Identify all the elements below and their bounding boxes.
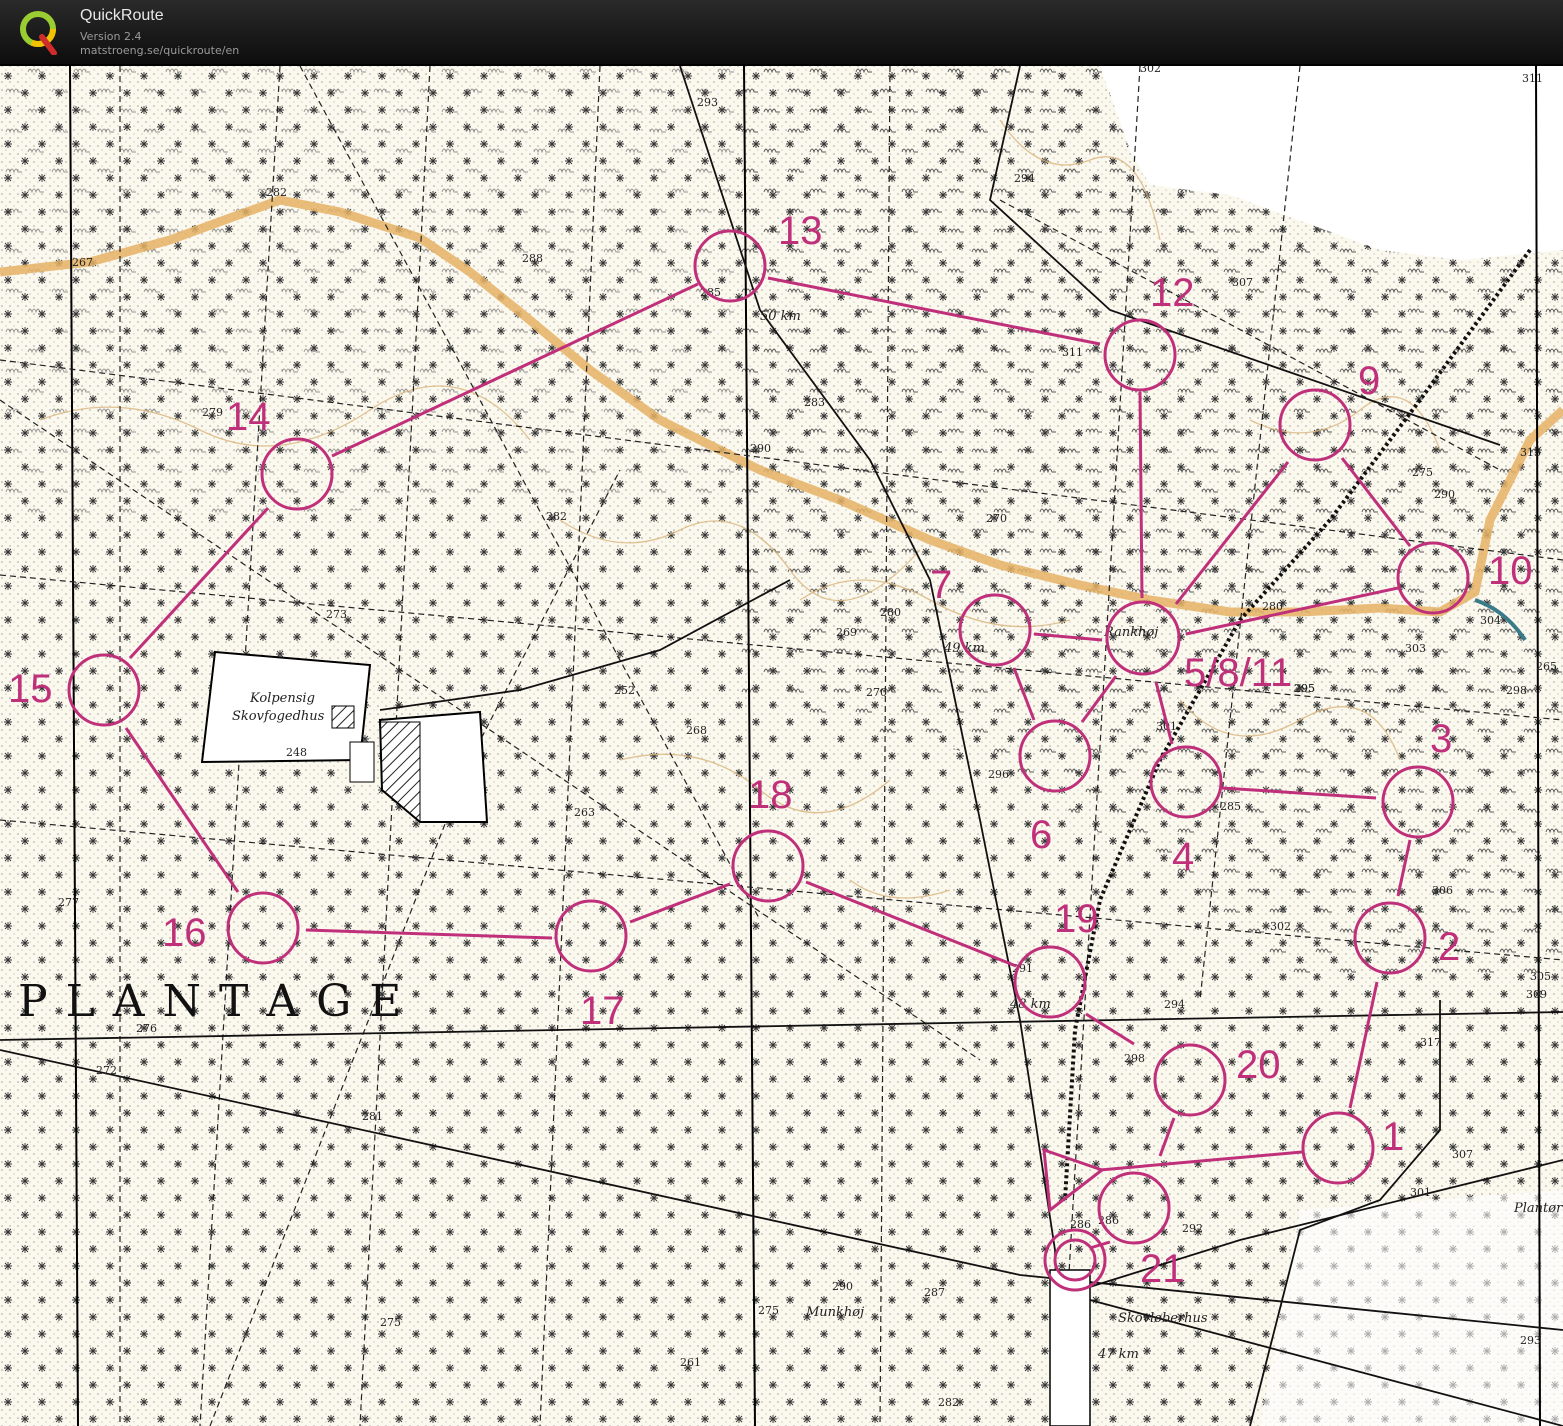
distance-label: 50 km [760,309,801,324]
spot-height: 273 [326,608,347,621]
control-number-13: 13 [778,209,823,253]
spot-height: 295 [1294,682,1315,695]
region-label: P L A N T A G E [18,976,403,1027]
spot-height: 265 [1536,660,1557,673]
spot-height: 313 [1520,446,1541,459]
control-number-7: 7 [930,563,952,607]
spot-height: 302 [1140,66,1161,75]
control-number-16: 16 [162,911,207,955]
spot-height: 282 [938,1396,959,1409]
spot-height: 303 [1405,642,1426,655]
control-number-9: 9 [1358,359,1380,403]
spot-height: 302 [1270,920,1291,933]
spot-height: 311 [1062,346,1083,359]
spot-height: 283 [804,396,825,409]
control-number-1: 1 [1382,1115,1404,1159]
spot-height: 298 [1124,1052,1145,1065]
spot-height: 252 [614,684,635,697]
control-number-10: 10 [1488,549,1533,593]
spot-height: 275 [758,1304,779,1317]
spot-height: 304 [1480,614,1501,627]
spot-height: 298 [1506,684,1527,697]
control-number-6: 6 [1030,813,1052,857]
spot-height: 268 [686,724,707,737]
spot-height: 293 [1520,1334,1541,1347]
app-url[interactable]: matstroeng.se/quickroute/en [80,44,239,57]
spot-height: 279 [202,406,223,419]
spot-height: 285 [1220,800,1241,813]
spot-height: 282 [266,186,287,199]
control-number-5-8-11: 5/8/11 [1184,651,1292,695]
place-name: Plantør [1513,1201,1563,1216]
spot-height: 281 [362,1110,383,1123]
spot-height: 288 [522,252,543,265]
spot-height: 294 [1014,172,1035,185]
control-number-20: 20 [1236,1043,1281,1087]
spot-height: 296 [988,768,1009,781]
place-name: Rankhøj [1103,625,1158,640]
leg-11-12 [1138,391,1144,599]
control-number-17: 17 [580,989,625,1033]
app-version: Version 2.4 [80,30,142,43]
spot-height: 275 [380,1316,401,1329]
spot-height: 301 [1410,1186,1431,1199]
spot-height: 270 [986,512,1007,525]
spot-height: 263 [574,806,595,819]
control-number-15: 15 [8,667,53,711]
place-name: Skovløberhus [1118,1311,1208,1326]
spot-height: 277 [58,896,79,909]
control-number-14: 14 [226,395,271,439]
spot-height: 290 [1434,488,1455,501]
spot-height: 287 [924,1286,945,1299]
spot-height: 290 [750,442,771,455]
spot-height: 275 [1412,466,1433,479]
spot-height: 307 [1232,276,1253,289]
spot-height: 311 [1522,72,1543,85]
control-number-12: 12 [1150,271,1195,315]
spot-height: 294 [1164,998,1185,1011]
spot-height: 270 [866,686,887,699]
place-name: Munkhøj [805,1305,864,1320]
control-number-2: 2 [1438,925,1460,969]
spot-height: 290 [832,1280,853,1293]
spot-height: 292 [1182,1222,1203,1235]
control-number-21: 21 [1140,1247,1185,1291]
spot-height: 305 [1530,970,1551,983]
spot-height: 282 [546,510,567,523]
road-clearing [1049,1269,1091,1426]
app-title: QuickRoute [80,7,164,24]
spot-height: 267 [72,256,93,269]
spot-height: 293 [697,96,718,109]
spot-height: 248 [286,746,307,759]
title-bar: QuickRoute Version 2.4 matstroeng.se/qui… [0,0,1563,66]
heath-symbols-west [0,66,740,520]
spot-height: 261 [680,1356,701,1369]
spot-height: 280 [880,606,901,619]
place-name: Skovfogedhus [232,709,325,724]
quickroute-logo-icon [20,11,57,55]
control-number-19: 19 [1054,897,1099,941]
spot-height: 307 [1452,1148,1473,1161]
map-canvas[interactable]: 267 282 288 293 302 311 294 307 285 311 … [0,66,1563,1426]
spot-height: 309 [1526,988,1547,1001]
distance-label: 47 km [1097,1347,1139,1362]
place-name: Kolpensig [249,691,315,706]
control-number-4: 4 [1172,835,1194,879]
spot-height: 272 [96,1064,117,1077]
spot-height: 317 [1420,1036,1441,1049]
control-number-3: 3 [1430,717,1452,761]
spot-height: 306 [1432,884,1453,897]
orienteering-map[interactable]: 267 282 288 293 302 311 294 307 285 311 … [0,66,1563,1426]
open-field-southeast [1260,1190,1563,1426]
spot-height: 269 [836,626,857,639]
control-number-18: 18 [748,773,793,817]
spot-height: 280 [1262,600,1283,613]
